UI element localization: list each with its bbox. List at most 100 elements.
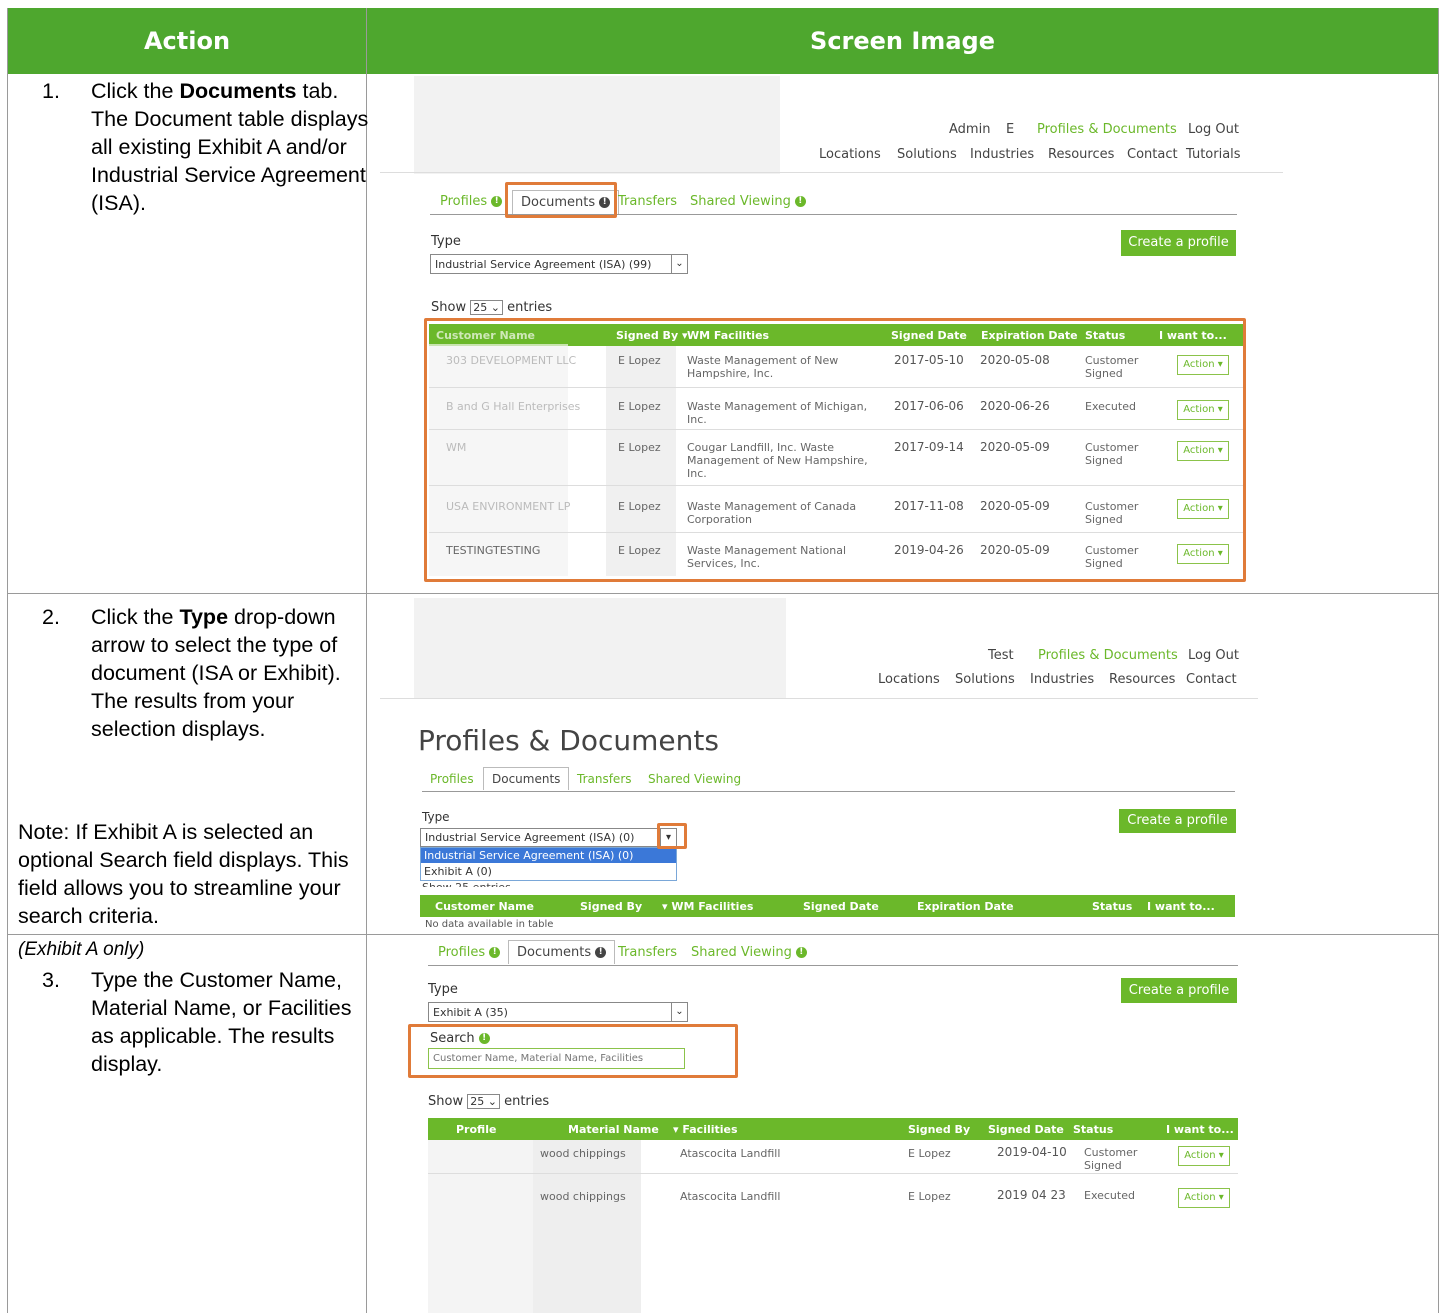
tab-shared-viewing[interactable]: Shared Viewing	[648, 772, 741, 786]
empty-table-message: No data available in table	[425, 919, 554, 930]
nav-tutorials[interactable]: Tutorials	[1186, 147, 1241, 162]
page-title: Profiles & Documents	[418, 724, 719, 757]
row-divider-2	[7, 934, 1439, 935]
nav-resources[interactable]: Resources	[1048, 147, 1114, 162]
type-select[interactable]: Exhibit A (35) ⌄	[428, 1002, 688, 1022]
nav-test[interactable]: Test	[988, 648, 1014, 663]
chevron-down-icon: ⌄	[487, 1095, 497, 1108]
step-text: Click the Documents tab. The Document ta…	[91, 79, 369, 215]
cell-signed-date: 2019-04-10	[997, 1145, 1067, 1159]
cell-facility: Atascocita Landfill	[680, 1147, 781, 1160]
tab-transfers[interactable]: Transfers	[618, 194, 677, 209]
screenshot-exhibit-search: Profiles! Documents! Transfers Shared Vi…	[380, 940, 1280, 1313]
header-divider	[380, 172, 1283, 173]
nav-user-initial[interactable]: E	[1006, 122, 1014, 137]
tab-transfers[interactable]: Transfers	[577, 772, 632, 786]
info-icon: !	[595, 947, 607, 958]
sort-icon: ▾	[662, 900, 668, 913]
header-divider	[380, 698, 1258, 699]
col-status[interactable]: Status	[1073, 1123, 1113, 1136]
screen-image-column-header: Screen Image	[367, 8, 1438, 74]
nav-solutions[interactable]: Solutions	[955, 672, 1015, 687]
col-actions[interactable]: I want to...	[1166, 1123, 1234, 1136]
col-expiration-date[interactable]: Expiration Date	[917, 900, 1014, 913]
col-status[interactable]: Status	[1092, 900, 1132, 913]
page-size-select[interactable]: 25 ⌄	[470, 300, 503, 315]
note-text: Note: If Exhibit A is selected an option…	[18, 820, 349, 928]
nav-industries[interactable]: Industries	[1030, 672, 1094, 687]
nav-admin[interactable]: Admin	[949, 122, 990, 137]
tab-profiles[interactable]: Profiles!	[440, 194, 503, 209]
col-facilities[interactable]: ▾ Facilities	[673, 1123, 738, 1136]
col-wm-facilities[interactable]: ▾ WM Facilities	[662, 900, 753, 913]
type-label: Type	[422, 810, 450, 824]
col-signed-date[interactable]: Signed Date	[988, 1123, 1064, 1136]
step-number: 1.	[42, 79, 60, 103]
create-profile-button[interactable]: Create a profile	[1121, 978, 1237, 1003]
cell-material: wood chippings	[540, 1190, 626, 1203]
col-signed-date[interactable]: Signed Date	[803, 900, 879, 913]
page-size-select[interactable]: 25 ⌄	[467, 1094, 500, 1109]
logo-placeholder	[414, 598, 786, 698]
info-icon: !	[491, 196, 503, 207]
tab-documents[interactable]: Documents!	[508, 940, 616, 964]
cell-facility: Atascocita Landfill	[680, 1190, 781, 1203]
col-actions[interactable]: I want to...	[1147, 900, 1215, 913]
create-profile-button[interactable]: Create a profile	[1121, 230, 1236, 256]
nav-industries[interactable]: Industries	[970, 147, 1034, 162]
type-options-list: Industrial Service Agreement (ISA) (0) E…	[420, 847, 677, 881]
cell-status: Customer Signed	[1084, 1146, 1138, 1172]
row-divider-1	[7, 593, 1439, 594]
chevron-down-icon[interactable]: ⌄	[671, 255, 687, 273]
tab-documents[interactable]: Documents	[483, 767, 570, 790]
nav-locations[interactable]: Locations	[819, 147, 881, 162]
row-divider	[428, 1173, 1238, 1174]
nav-contact[interactable]: Contact	[1127, 147, 1178, 162]
type-select[interactable]: Industrial Service Agreement (ISA) (0) ▾	[420, 828, 677, 847]
create-profile-button[interactable]: Create a profile	[1119, 809, 1236, 833]
action-dropdown-button[interactable]: Action ▾	[1178, 1146, 1230, 1166]
step-text: Type the Customer Name, Material Name, o…	[91, 968, 352, 1076]
chevron-down-icon[interactable]: ⌄	[671, 1003, 687, 1021]
nav-solutions[interactable]: Solutions	[897, 147, 957, 162]
cell-status: Executed	[1084, 1189, 1135, 1202]
nav-logout[interactable]: Log Out	[1188, 122, 1239, 137]
action-dropdown-button[interactable]: Action ▾	[1178, 1188, 1230, 1208]
highlight-search-field	[408, 1024, 738, 1078]
tab-profiles[interactable]: Profiles!	[438, 945, 501, 960]
tab-shared-viewing[interactable]: Shared Viewing!	[691, 945, 807, 960]
chevron-down-icon: ⌄	[490, 301, 500, 314]
screenshot-documents-tab: Admin E Profiles & Documents Log Out Loc…	[380, 74, 1300, 584]
nav-locations[interactable]: Locations	[878, 672, 940, 687]
sort-icon: ▾	[673, 1123, 679, 1136]
info-icon: !	[489, 947, 501, 958]
nav-resources[interactable]: Resources	[1109, 672, 1175, 687]
nav-profiles-documents[interactable]: Profiles & Documents	[1037, 122, 1177, 137]
screenshot-type-dropdown: Test Profiles & Documents Log Out Locati…	[380, 598, 1280, 928]
col-profile[interactable]: Profile	[456, 1123, 496, 1136]
tab-underline	[422, 791, 1235, 792]
nav-profiles-documents[interactable]: Profiles & Documents	[1038, 648, 1178, 663]
tab-profiles[interactable]: Profiles	[430, 772, 474, 786]
tab-underline	[428, 965, 1238, 966]
nav-contact[interactable]: Contact	[1186, 672, 1237, 687]
option-exhibit-a[interactable]: Exhibit A (0)	[421, 864, 495, 879]
col-signed-by[interactable]: Signed By	[580, 900, 642, 913]
info-icon: !	[795, 947, 807, 958]
table-border-left	[7, 8, 8, 1313]
option-isa[interactable]: Industrial Service Agreement (ISA) (0)	[421, 848, 676, 863]
col-customer-name[interactable]: Customer Name	[435, 900, 534, 913]
step-keyword: Documents	[179, 79, 297, 103]
cell-signed-date: 2019 04 23	[997, 1188, 1066, 1202]
type-select[interactable]: Industrial Service Agreement (ISA) (99) …	[430, 254, 688, 274]
nav-logout[interactable]: Log Out	[1188, 648, 1239, 663]
step-keyword: Type	[179, 605, 229, 629]
type-label: Type	[431, 234, 461, 249]
cell-signed-by: E Lopez	[908, 1190, 951, 1203]
col-signed-by[interactable]: Signed By	[908, 1123, 970, 1136]
tab-shared-viewing[interactable]: Shared Viewing!	[690, 194, 806, 209]
tab-transfers[interactable]: Transfers	[618, 945, 677, 960]
step-number: 2.	[42, 605, 60, 629]
info-icon: !	[794, 196, 806, 207]
col-material-name[interactable]: Material Name	[568, 1123, 659, 1136]
